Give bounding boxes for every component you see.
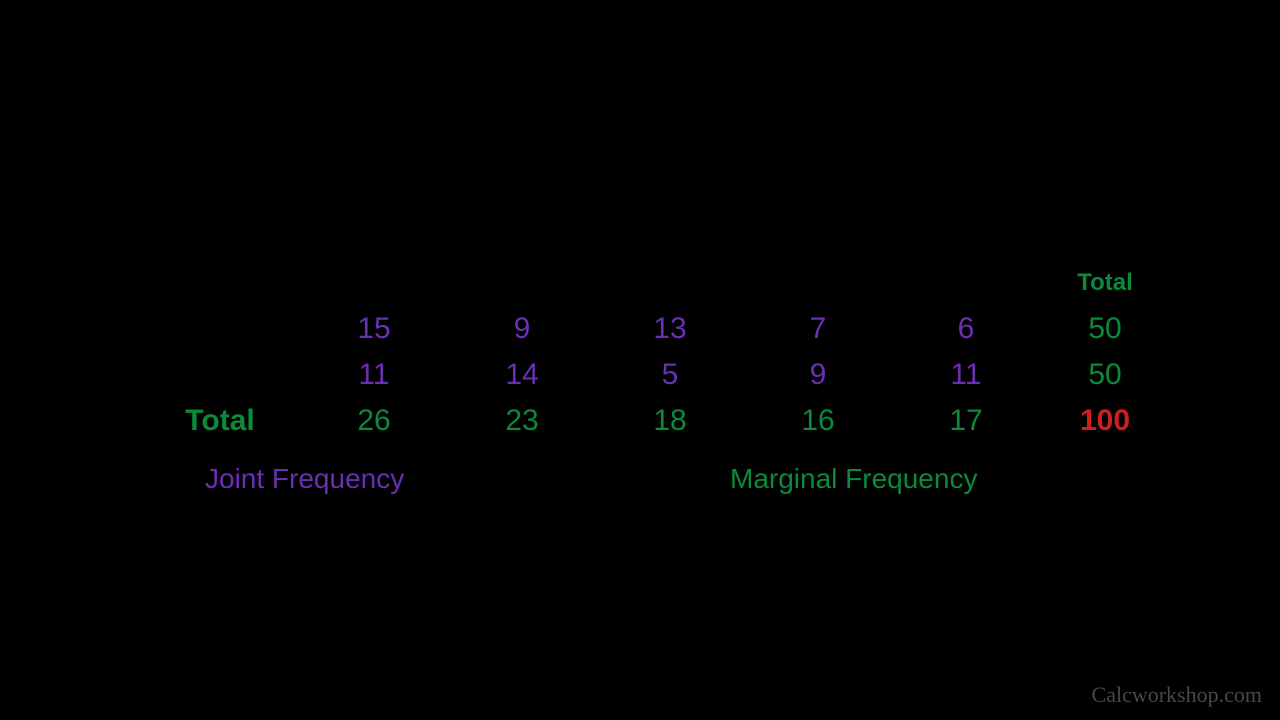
col-header: Tacos — [300, 260, 448, 306]
col-header: Salad — [892, 260, 1040, 306]
cell-col-total: 26 — [300, 398, 448, 444]
table-header-row: Tacos Hamburger Pizza Chicken Salad Tota… — [140, 260, 1170, 306]
cell-joint: 14 — [448, 352, 596, 398]
cell-col-total: 17 — [892, 398, 1040, 444]
col-header-total: Total — [1040, 260, 1170, 306]
cell-joint: 9 — [744, 352, 892, 398]
cell-row-total: 50 — [1040, 352, 1170, 398]
row-header: Female — [140, 306, 300, 352]
row-header-total: Total — [140, 398, 300, 444]
frequency-table-frame: Tacos Hamburger Pizza Chicken Salad Tota… — [140, 260, 1160, 444]
table-totals-row: Total 26 23 18 16 17 100 — [140, 398, 1170, 444]
legend-joint-frequency: Joint Frequency — [205, 463, 404, 495]
cell-joint: 5 — [596, 352, 744, 398]
cell-col-total: 23 — [448, 398, 596, 444]
cell-col-total: 16 — [744, 398, 892, 444]
cell-row-total: 50 — [1040, 306, 1170, 352]
cell-col-total: 18 — [596, 398, 744, 444]
cell-joint: 13 — [596, 306, 744, 352]
col-header: Pizza — [596, 260, 744, 306]
table-row: Female 15 9 13 7 6 50 — [140, 306, 1170, 352]
cell-joint: 11 — [300, 352, 448, 398]
table-row: Male 11 14 5 9 11 50 — [140, 352, 1170, 398]
header-empty — [140, 260, 300, 306]
row-header: Male — [140, 352, 300, 398]
col-header: Chicken — [744, 260, 892, 306]
cell-joint: 11 — [892, 352, 1040, 398]
cell-joint: 7 — [744, 306, 892, 352]
cell-joint: 9 — [448, 306, 596, 352]
frequency-table: Tacos Hamburger Pizza Chicken Salad Tota… — [140, 260, 1170, 444]
watermark: Calcworkshop.com — [1092, 682, 1262, 708]
cell-grand-total: 100 — [1040, 398, 1170, 444]
title-line-1: A random sample of high school students … — [0, 95, 1280, 126]
cell-joint: 6 — [892, 306, 1040, 352]
stage: A random sample of high school students … — [0, 0, 1280, 720]
col-header: Hamburger — [448, 260, 596, 306]
title-line-2: Construct a Two-Way Frequency Table (Con… — [0, 132, 1280, 163]
cell-joint: 15 — [300, 306, 448, 352]
legend-marginal-frequency: Marginal Frequency — [730, 463, 977, 495]
